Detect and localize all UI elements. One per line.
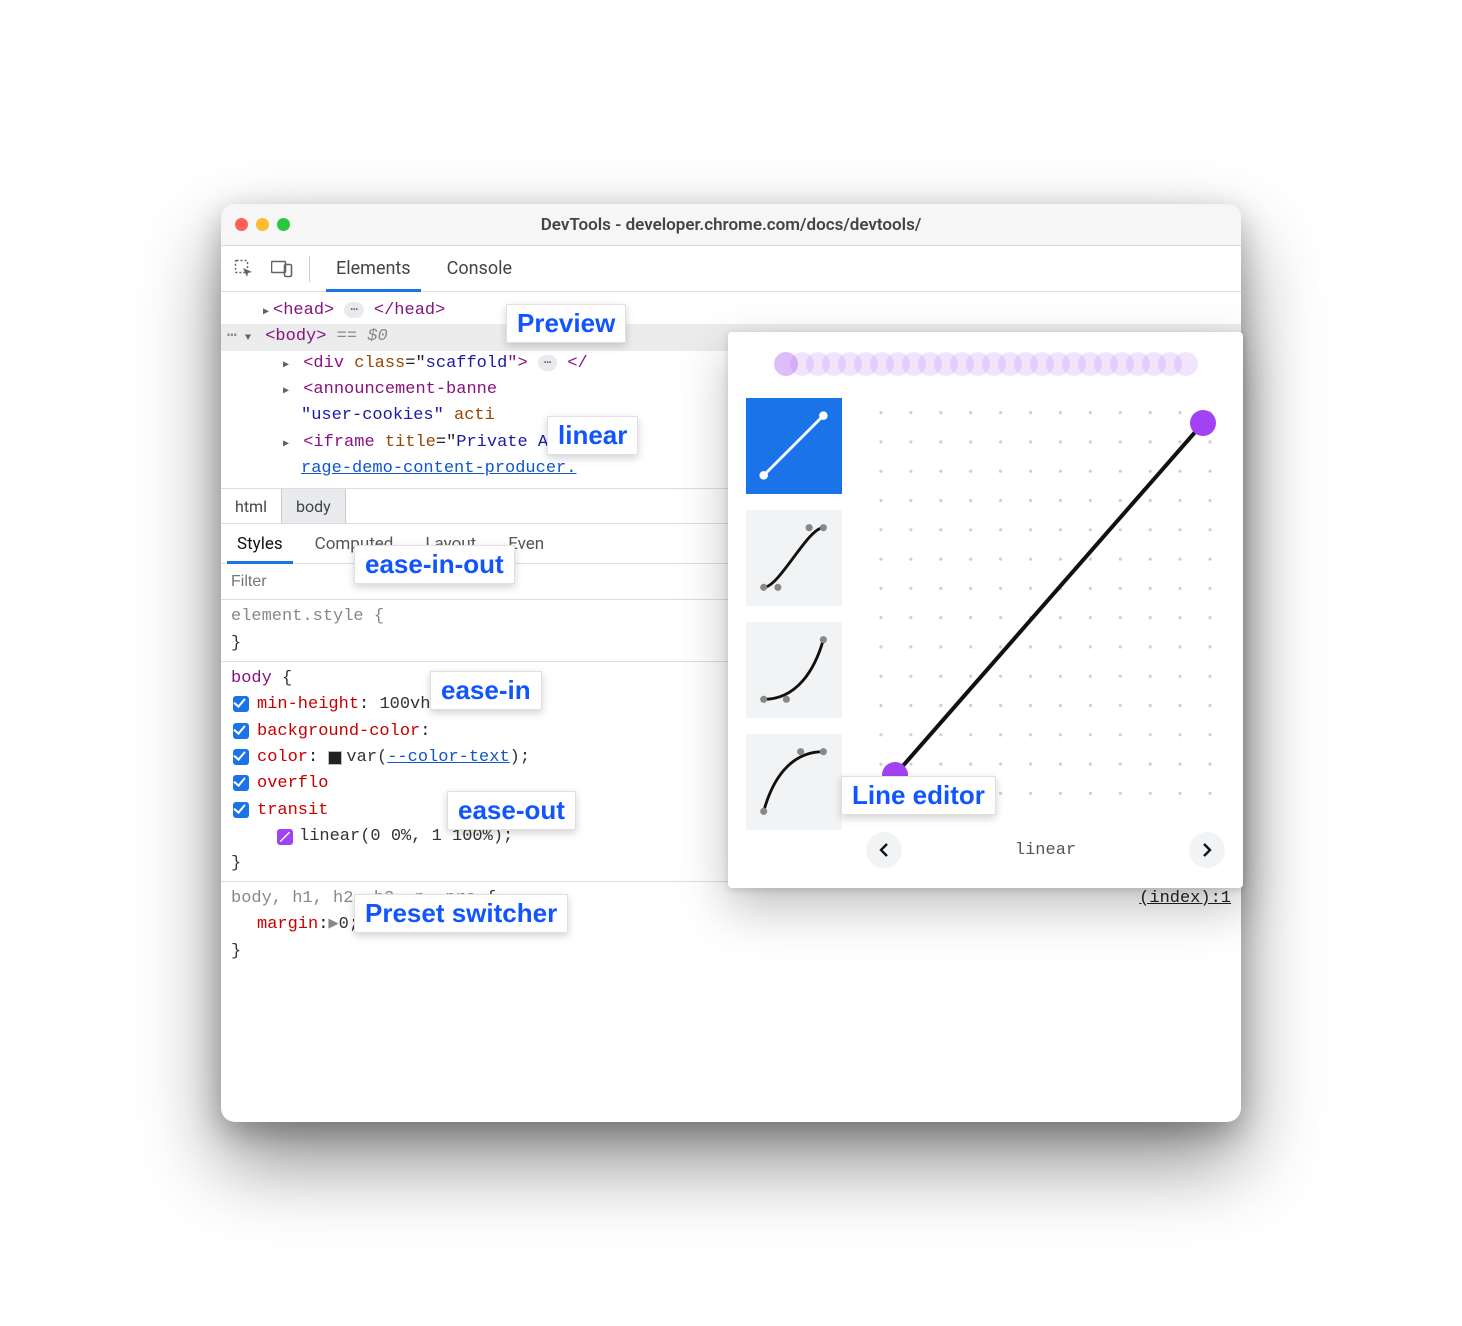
inspect-element-icon[interactable] xyxy=(229,254,259,284)
toolbar-separator xyxy=(309,256,310,282)
checkbox-icon[interactable] xyxy=(233,696,249,712)
dom-head-row[interactable]: <head> ⋯ </head> xyxy=(221,298,1241,324)
checkbox-icon[interactable] xyxy=(233,749,249,765)
checkbox-icon[interactable] xyxy=(233,723,249,739)
callout-ease-in-out: ease-in-out xyxy=(354,545,515,584)
callout-preview: Preview xyxy=(506,304,626,343)
chevron-right-icon xyxy=(1202,843,1212,857)
subtab-styles[interactable]: Styles xyxy=(221,524,299,563)
prev-preset-button[interactable] xyxy=(866,832,902,868)
checkbox-icon[interactable] xyxy=(233,775,249,791)
preset-name: linear xyxy=(1015,841,1076,860)
checkbox-icon[interactable] xyxy=(233,802,249,818)
callout-ease-in: ease-in xyxy=(430,671,542,710)
preset-column xyxy=(746,398,842,870)
tab-elements[interactable]: Elements xyxy=(322,246,425,292)
callout-line-editor: Line editor xyxy=(841,776,996,815)
device-toolbar-icon[interactable] xyxy=(267,254,297,284)
easing-preview-track xyxy=(746,346,1225,382)
preset-ease-in[interactable] xyxy=(746,622,842,718)
line-editor-canvas[interactable] xyxy=(866,398,1225,808)
preset-switcher: linear xyxy=(866,830,1225,870)
easing-swatch-icon[interactable] xyxy=(277,829,293,845)
selector-body[interactable]: body xyxy=(231,669,272,688)
devtools-toolbar: Elements Console xyxy=(221,246,1241,292)
preview-ball xyxy=(1174,352,1198,376)
crumb-html[interactable]: html xyxy=(221,489,281,523)
traffic-lights xyxy=(235,218,290,231)
window-title: DevTools - developer.chrome.com/docs/dev… xyxy=(541,215,922,235)
preset-ease-in-out[interactable] xyxy=(746,510,842,606)
devtools-window: DevTools - developer.chrome.com/docs/dev… xyxy=(221,204,1241,1122)
color-swatch-icon[interactable] xyxy=(328,751,342,765)
preset-ease-out[interactable] xyxy=(746,734,842,830)
tab-console[interactable]: Console xyxy=(433,246,526,292)
callout-linear: linear xyxy=(547,416,638,455)
minimize-window-dot[interactable] xyxy=(256,218,269,231)
next-preset-button[interactable] xyxy=(1189,832,1225,868)
crumb-body[interactable]: body xyxy=(281,489,346,523)
source-location-link[interactable]: (index):1 xyxy=(1139,886,1231,912)
close-window-dot[interactable] xyxy=(235,218,248,231)
line-handle-end[interactable] xyxy=(1190,410,1216,436)
chevron-left-icon xyxy=(879,843,889,857)
titlebar: DevTools - developer.chrome.com/docs/dev… xyxy=(221,204,1241,246)
callout-preset-switcher: Preset switcher xyxy=(354,894,568,933)
callout-ease-out: ease-out xyxy=(447,791,576,830)
ellipsis-icon[interactable]: ⋯ xyxy=(538,355,557,371)
gutter-dots-icon[interactable]: ⋯ xyxy=(221,324,243,350)
zoom-window-dot[interactable] xyxy=(277,218,290,231)
preset-linear[interactable] xyxy=(746,398,842,494)
ellipsis-icon[interactable]: ⋯ xyxy=(344,302,363,318)
